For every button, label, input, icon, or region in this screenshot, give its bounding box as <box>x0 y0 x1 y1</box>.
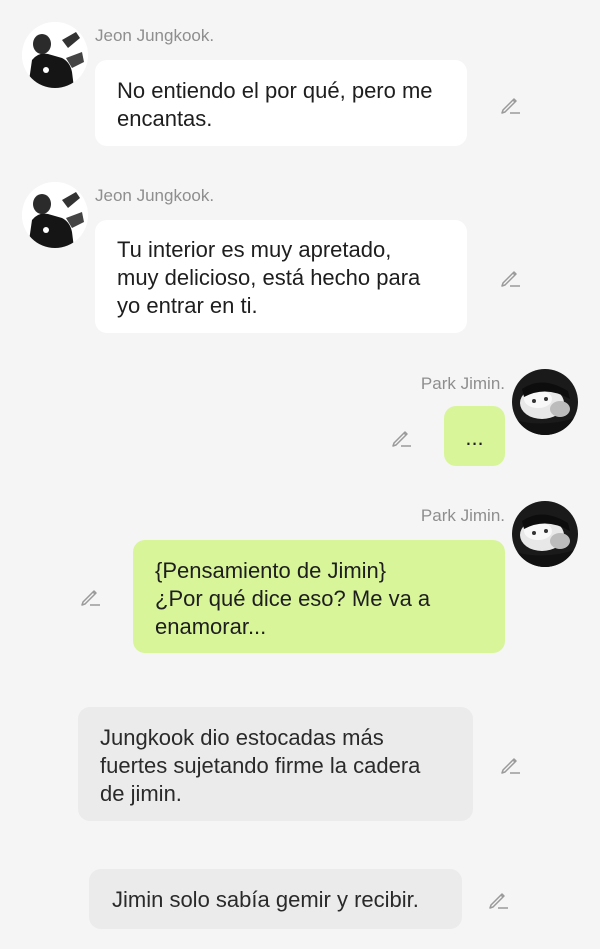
avatar[interactable] <box>512 369 578 435</box>
message-line: Tu interior es muy apretado, <box>117 237 392 262</box>
pencil-icon[interactable] <box>498 92 522 116</box>
message-line: enamorar... <box>155 614 267 639</box>
avatar[interactable] <box>22 182 88 248</box>
message-line: ¿Por qué dice eso? Me va a <box>155 586 431 611</box>
sender-name: Jeon Jungkook. <box>95 186 215 205</box>
avatar[interactable] <box>512 501 578 567</box>
pencil-icon[interactable] <box>78 584 102 608</box>
pencil-icon[interactable] <box>498 265 522 289</box>
pencil-icon[interactable] <box>389 425 413 449</box>
message-line: yo entrar en ti. <box>117 293 258 318</box>
avatar-photo <box>22 182 88 248</box>
pencil-icon[interactable] <box>498 752 522 776</box>
message-bubble[interactable]: Tu interior es muy apretado, muy delicio… <box>95 220 467 333</box>
pencil-icon[interactable] <box>486 887 510 911</box>
message-line: encantas. <box>117 106 213 131</box>
message-line: No entiendo el por qué, pero me <box>117 78 433 103</box>
narration-line: Jungkook dio estocadas más <box>100 725 384 750</box>
message-bubble[interactable]: {Pensamiento de Jimin} ¿Por qué dice eso… <box>133 540 505 653</box>
sender-name: Park Jimin. <box>420 374 505 393</box>
narration-line: fuertes sujetando firme la cadera <box>100 753 421 778</box>
avatar-photo <box>512 501 578 567</box>
sender-name: Jeon Jungkook. <box>95 26 215 45</box>
avatar[interactable] <box>22 22 88 88</box>
narration-bubble[interactable]: Jungkook dio estocadas más fuertes sujet… <box>78 707 473 821</box>
message-line: muy delicioso, está hecho para <box>117 265 421 290</box>
avatar-photo <box>22 22 88 88</box>
narration-line: Jimin solo sabía gemir y recibir. <box>112 887 419 912</box>
message-line: {Pensamiento de Jimin} <box>155 558 387 583</box>
message-bubble[interactable]: No entiendo el por qué, pero me encantas… <box>95 60 467 146</box>
message-bubble[interactable]: ... <box>444 406 505 466</box>
avatar-photo <box>512 369 578 435</box>
narration-bubble[interactable]: Jimin solo sabía gemir y recibir. <box>89 869 462 929</box>
narration-line: de jimin. <box>100 781 182 806</box>
message-line: ... <box>465 425 484 450</box>
sender-name: Park Jimin. <box>420 506 505 525</box>
